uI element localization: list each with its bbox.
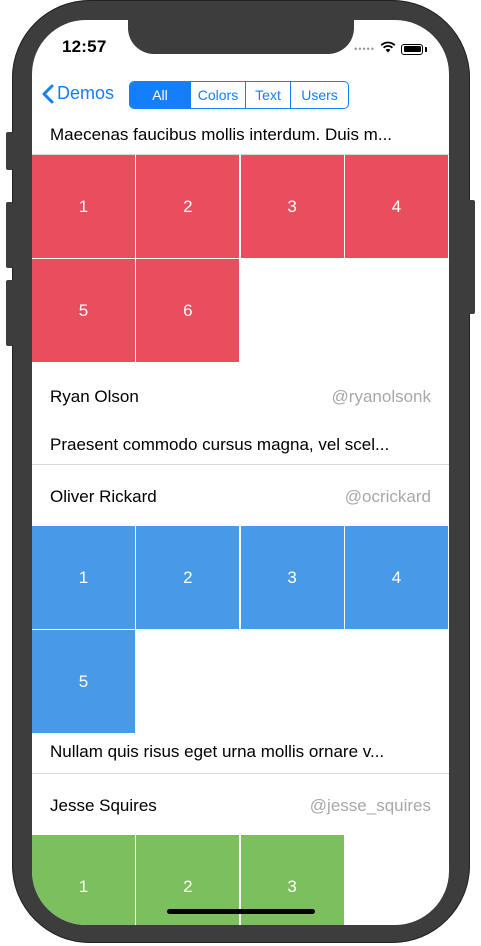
- text-row[interactable]: Praesent commodo cursus magna, vel scel.…: [50, 435, 389, 455]
- color-cell[interactable]: 5: [32, 630, 135, 734]
- color-cell[interactable]: 6: [136, 259, 240, 363]
- user-handle: @ocrickard: [344, 487, 431, 506]
- user-row[interactable]: Oliver Rickard @ocrickard: [50, 482, 431, 512]
- color-cell[interactable]: 3: [240, 155, 344, 258]
- segment-all[interactable]: All: [130, 82, 190, 108]
- user-handle: @ryanolsonk: [331, 387, 431, 406]
- color-cell[interactable]: 4: [344, 155, 448, 258]
- color-cell[interactable]: 5: [32, 259, 135, 363]
- user-name: Jesse Squires: [50, 796, 157, 815]
- color-cell[interactable]: 3: [240, 526, 344, 629]
- back-label: Demos: [57, 83, 115, 103]
- navigation-bar: Demos All Colors Text Users: [32, 78, 449, 118]
- home-indicator[interactable]: [167, 909, 315, 914]
- segment-text[interactable]: Text: [245, 82, 290, 108]
- user-row[interactable]: Jesse Squires @jesse_squires: [50, 791, 431, 821]
- color-cell[interactable]: 4: [344, 526, 448, 629]
- user-name: Oliver Rickard: [50, 487, 157, 506]
- separator: [32, 464, 449, 465]
- text-row[interactable]: Nullam quis risus eget urna mollis ornar…: [50, 742, 384, 762]
- signal-dots-icon: •••••: [354, 44, 375, 54]
- battery-cap: [425, 46, 427, 52]
- separator: [32, 773, 449, 774]
- color-cell[interactable]: 2: [136, 155, 240, 258]
- color-cell[interactable]: 2: [136, 526, 240, 629]
- volume-up-button: [6, 202, 13, 268]
- wifi-icon: [380, 40, 396, 58]
- mute-switch: [6, 132, 13, 170]
- color-cell[interactable]: 1: [32, 155, 135, 258]
- filter-segmented-control: All Colors Text Users: [129, 81, 349, 109]
- text-row[interactable]: Maecenas faucibus mollis interdum. Duis …: [50, 125, 392, 145]
- segment-colors[interactable]: Colors: [190, 82, 245, 108]
- battery-icon: [401, 43, 423, 55]
- status-time: 12:57: [62, 37, 107, 56]
- chevron-left-icon: [42, 84, 54, 103]
- user-row[interactable]: Ryan Olson @ryanolsonk: [50, 382, 431, 412]
- color-cell[interactable]: 1: [32, 835, 135, 925]
- status-icons: •••••: [354, 40, 427, 58]
- side-button: [468, 200, 475, 314]
- segment-users[interactable]: Users: [290, 82, 348, 108]
- color-cell[interactable]: 1: [32, 526, 135, 629]
- back-button[interactable]: Demos: [42, 83, 114, 104]
- user-name: Ryan Olson: [50, 387, 139, 406]
- notch: [128, 20, 354, 54]
- user-handle: @jesse_squires: [309, 796, 431, 815]
- volume-down-button: [6, 280, 13, 346]
- screen: 12:57 ••••• Demos All Colors Text Users Mae…: [32, 20, 449, 925]
